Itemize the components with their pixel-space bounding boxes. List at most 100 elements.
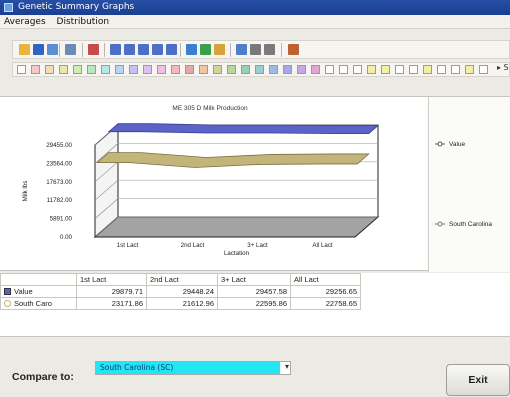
table-header-cell: 3+ Lact: [217, 273, 291, 286]
legend-marker-dot: [437, 141, 443, 147]
palette-swatch[interactable]: [241, 65, 250, 74]
palette-swatch[interactable]: [395, 65, 404, 74]
table-row: Value 29879.71 29448.24 29457.58 29256.6…: [0, 285, 361, 298]
palette-swatch[interactable]: [227, 65, 236, 74]
palette-swatch[interactable]: [297, 65, 306, 74]
palette-swatch[interactable]: [409, 65, 418, 74]
copy-icon[interactable]: [250, 44, 261, 55]
palette-swatch[interactable]: [73, 65, 82, 74]
print-icon[interactable]: [47, 44, 58, 55]
palette-swatch[interactable]: [451, 65, 460, 74]
row-label: South Caro: [14, 299, 52, 308]
palette-swatch[interactable]: [339, 65, 348, 74]
table-header-cell: All Lact: [290, 273, 361, 286]
color-palette: ▸ S: [12, 62, 510, 77]
palette-swatch[interactable]: [171, 65, 180, 74]
palette-swatch[interactable]: [17, 65, 26, 74]
palette-swatch[interactable]: [185, 65, 194, 74]
y-tick-label: 29455.00: [46, 142, 72, 149]
y-tick-label: 5891.00: [50, 216, 73, 223]
menu-item-distribution[interactable]: Distribution: [53, 15, 114, 29]
legend-marker-dot: [437, 221, 443, 227]
color-icon[interactable]: [88, 44, 99, 55]
table-cell: 23171.86: [76, 297, 147, 310]
edit-icon[interactable]: [214, 44, 225, 55]
palette-swatch[interactable]: [143, 65, 152, 74]
data-table: 1st Lact 2nd Lact 3+ Lact All Lact Value…: [0, 273, 510, 337]
palette-swatch[interactable]: [269, 65, 278, 74]
palette-swatch[interactable]: [325, 65, 334, 74]
menu-bar: Averages Distribution: [0, 15, 510, 29]
exit-button[interactable]: Exit: [446, 364, 510, 396]
palette-swatch[interactable]: [479, 65, 488, 74]
x-tick-label: All Lact: [312, 242, 333, 249]
table-cell: 29457.58: [217, 285, 291, 298]
add-icon[interactable]: [200, 44, 211, 55]
value-series-icon: [4, 288, 11, 295]
palette-swatch[interactable]: [367, 65, 376, 74]
series-value: [107, 123, 380, 135]
chart-back-wall: [117, 124, 379, 218]
toolbar-separator: [104, 43, 105, 57]
arrows-icon[interactable]: [186, 44, 197, 55]
chart-type-icon[interactable]: [65, 44, 76, 55]
tool-icon[interactable]: [288, 44, 299, 55]
view-icon[interactable]: [110, 44, 121, 55]
palette-swatch[interactable]: [465, 65, 474, 74]
row-label: Value: [14, 287, 33, 296]
y-tick-label: 23564.00: [46, 160, 72, 167]
view-icon[interactable]: [152, 44, 163, 55]
legend-label: Value: [449, 141, 466, 148]
toolbar-separator: [180, 43, 181, 57]
palette-swatch[interactable]: [353, 65, 362, 74]
folder-open-icon[interactable]: [19, 44, 30, 55]
chart-area: ME 305 D Milk Production 0.00 5891.00 11782…: [0, 96, 510, 272]
palette-swatch[interactable]: [437, 65, 446, 74]
toolbar-separator: [281, 43, 282, 57]
palette-swatch[interactable]: [115, 65, 124, 74]
palette-swatch[interactable]: [213, 65, 222, 74]
palette-swatch[interactable]: [45, 65, 54, 74]
y-tick-label: 0.00: [60, 234, 73, 241]
compare-select[interactable]: South Carolina (SC) ▾: [95, 361, 291, 375]
table-cell: 21612.96: [146, 297, 218, 310]
palette-swatch[interactable]: [31, 65, 40, 74]
palette-swatch[interactable]: [199, 65, 208, 74]
view-icon[interactable]: [124, 44, 135, 55]
window-title: Genetic Summary Graphs: [18, 2, 135, 12]
view-icon[interactable]: [138, 44, 149, 55]
palette-swatch[interactable]: [381, 65, 390, 74]
palette-swatch[interactable]: [129, 65, 138, 74]
palette-swatch[interactable]: [283, 65, 292, 74]
chart-svg: ME 305 D Milk Production 0.00 5891.00 11782…: [22, 105, 380, 257]
palette-swatch[interactable]: [87, 65, 96, 74]
toolbar: [12, 40, 510, 59]
palette-scroll-arrow-icon[interactable]: ▸ S: [497, 63, 509, 72]
chevron-down-icon[interactable]: ▾: [285, 362, 289, 371]
x-axis-label: Lactation: [224, 250, 250, 257]
table-row: South Caro 23171.86 21612.96 22595.86 22…: [0, 297, 361, 310]
palette-swatch[interactable]: [59, 65, 68, 74]
compare-label: Compare to:: [12, 371, 74, 383]
chart-floor: [93, 216, 380, 238]
table-header-row: 1st Lact 2nd Lact 3+ Lact All Lact: [0, 273, 361, 286]
palette-swatch[interactable]: [423, 65, 432, 74]
y-axis-label: Milk lbs: [22, 181, 29, 202]
legend-label: South Carolina: [449, 221, 492, 228]
row-label-cell: South Caro: [0, 297, 77, 310]
palette-swatch[interactable]: [157, 65, 166, 74]
x-tick-label: 3+ Lact: [247, 242, 268, 249]
table-cell: 22595.86: [217, 297, 291, 310]
table-header-cell: 1st Lact: [76, 273, 147, 286]
zoom-icon[interactable]: [236, 44, 247, 55]
save-icon[interactable]: [33, 44, 44, 55]
text-icon[interactable]: [264, 44, 275, 55]
palette-swatch[interactable]: [311, 65, 320, 74]
x-tick-label: 2nd Lact: [181, 242, 205, 249]
x-tick-label: 1st Lact: [117, 242, 139, 249]
palette-swatch[interactable]: [255, 65, 264, 74]
view-icon[interactable]: [166, 44, 177, 55]
menu-item-averages[interactable]: Averages: [0, 15, 50, 29]
palette-swatch[interactable]: [101, 65, 110, 74]
chart-title: ME 305 D Milk Production: [172, 105, 248, 112]
